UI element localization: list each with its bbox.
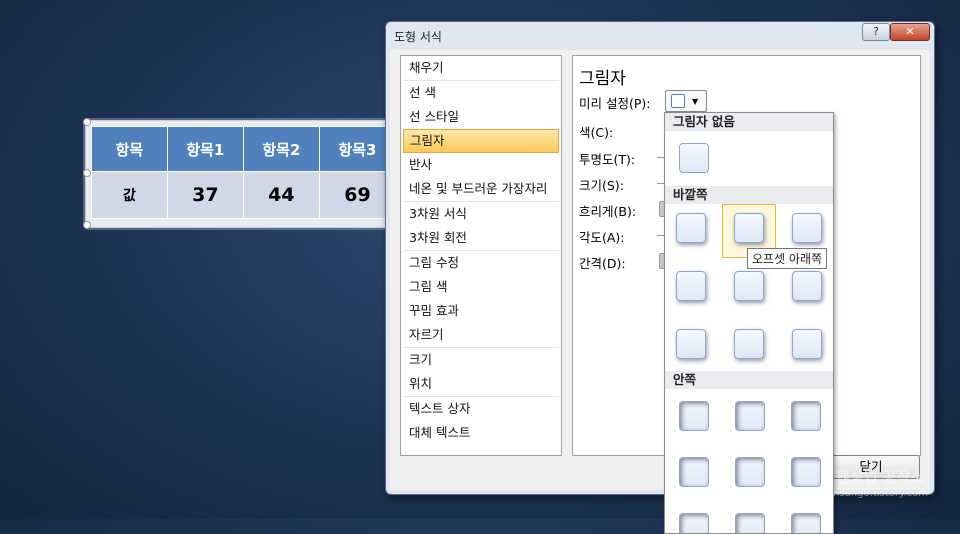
category-item-picture-corrections[interactable]: 그림 수정 <box>401 251 561 275</box>
dialog-body: 채우기 선 색 선 스타일 그림자 반사 네온 및 부드러운 가장자리 3차원 … <box>390 50 930 490</box>
category-list: 채우기 선 색 선 스타일 그림자 반사 네온 및 부드러운 가장자리 3차원 … <box>400 55 562 456</box>
category-item-picture-color[interactable]: 그림 색 <box>401 275 561 299</box>
inner-shadow-option[interactable] <box>735 513 765 533</box>
slide-table[interactable]: 항목 항목1 항목2 항목3 값 37 44 69 <box>83 118 397 229</box>
category-item-3d-format[interactable]: 3차원 서식 <box>401 202 561 226</box>
category-item-reflection[interactable]: 반사 <box>401 153 561 177</box>
inner-shadow-option[interactable] <box>791 513 821 533</box>
watermark-name: 펜상업 공작소 <box>836 468 925 486</box>
category-item-fill[interactable]: 채우기 <box>401 56 561 80</box>
inner-shadow-option[interactable] <box>735 457 765 487</box>
panel-title: 그림자 <box>579 69 626 89</box>
gallery-header-outer: 바깥쪽 <box>665 186 833 204</box>
preset-dropdown[interactable]: ▼ <box>665 90 707 112</box>
gallery-header-inner: 안쪽 <box>665 371 833 389</box>
blur-label: 흐리게(B): <box>579 204 637 219</box>
category-item-text-box[interactable]: 텍스트 상자 <box>401 397 561 421</box>
category-item-crop[interactable]: 자르기 <box>401 323 561 347</box>
size-label: 크기(S): <box>579 178 624 193</box>
table-cell[interactable]: 값 <box>91 171 168 219</box>
category-item-line-style[interactable]: 선 스타일 <box>401 105 561 129</box>
inner-shadow-option[interactable] <box>791 457 821 487</box>
outer-shadow-option[interactable] <box>676 271 706 301</box>
outer-shadow-option[interactable] <box>792 329 822 359</box>
resize-handle[interactable] <box>83 169 91 177</box>
resize-handle[interactable] <box>83 221 91 229</box>
table-header-cell[interactable]: 항목2 <box>242 126 320 172</box>
angle-label: 각도(A): <box>579 230 625 245</box>
help-button[interactable]: ? <box>862 23 890 41</box>
category-item-line-color[interactable]: 선 색 <box>401 81 561 105</box>
outer-shadow-option[interactable] <box>734 271 764 301</box>
preset-label: 미리 설정(P): <box>579 96 651 111</box>
table-cell[interactable]: 44 <box>242 171 320 219</box>
outer-shadow-option[interactable] <box>792 271 822 301</box>
outer-shadow-option[interactable] <box>676 329 706 359</box>
table-header-cell[interactable]: 항목1 <box>166 126 244 172</box>
dialog-titlebar[interactable]: 도형 서식 ? ✕ <box>386 22 934 48</box>
shadow-preview-icon <box>671 94 685 108</box>
outer-shadow-option[interactable] <box>734 329 764 359</box>
category-item-artistic-effects[interactable]: 꾸밈 효과 <box>401 299 561 323</box>
distance-label: 간격(D): <box>579 256 626 271</box>
watermark-url: jeonsang0.tistory.com <box>818 488 929 499</box>
gallery-header-none: 그림자 없음 <box>665 113 833 131</box>
category-item-glow-soft-edges[interactable]: 네온 및 부드러운 가장자리 <box>401 177 561 201</box>
category-item-alt-text[interactable]: 대체 텍스트 <box>401 421 561 445</box>
inner-shadow-option[interactable] <box>679 513 709 533</box>
table-cell[interactable]: 37 <box>166 171 244 219</box>
outer-shadow-option[interactable] <box>792 213 822 243</box>
tooltip: 오프셋 아래쪽 <box>747 248 828 269</box>
outer-shadow-option[interactable] <box>676 213 706 243</box>
category-item-position[interactable]: 위치 <box>401 372 561 396</box>
inner-shadow-option[interactable] <box>735 401 765 431</box>
close-icon[interactable]: ✕ <box>890 23 930 41</box>
transparency-label: 투명도(T): <box>579 152 636 167</box>
format-shape-dialog: 도형 서식 ? ✕ 채우기 선 색 선 스타일 그림자 반사 네온 및 부드러운… <box>385 21 935 495</box>
inner-shadow-option[interactable] <box>679 457 709 487</box>
dialog-title: 도형 서식 <box>394 30 442 44</box>
category-item-shadow[interactable]: 그림자 <box>403 129 559 153</box>
chevron-down-icon: ▼ <box>692 97 699 106</box>
shadow-preset-gallery: 그림자 없음 바깥쪽 안쪽 <box>664 112 834 534</box>
resize-handle[interactable] <box>83 118 91 126</box>
outer-shadow-option[interactable] <box>734 213 764 243</box>
color-label: 색(C): <box>579 125 614 140</box>
table-header-cell[interactable]: 항목 <box>91 126 168 172</box>
inner-shadow-option[interactable] <box>679 401 709 431</box>
category-item-size[interactable]: 크기 <box>401 348 561 372</box>
inner-shadow-option[interactable] <box>791 401 821 431</box>
shadow-none-option[interactable] <box>679 143 709 173</box>
category-item-3d-rotation[interactable]: 3차원 회전 <box>401 226 561 250</box>
